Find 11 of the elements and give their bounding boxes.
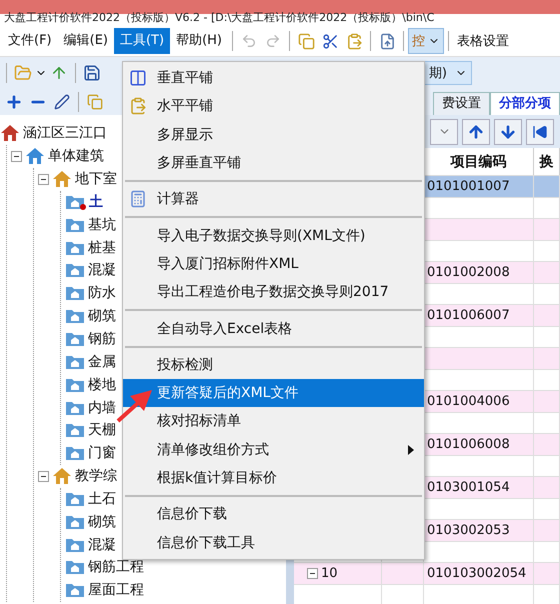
table-cell: 0101004006 — [427, 394, 510, 409]
table-cell: 0103002053 — [427, 522, 510, 538]
table-cell: 0101006008 — [427, 436, 510, 452]
table-cell: 0101001007 — [427, 178, 510, 194]
table-cell: 0103001054 — [427, 480, 510, 495]
table-cell: 0101006007 — [427, 308, 510, 323]
column-header: 换 — [534, 148, 560, 175]
table-cell: 010103002054 — [427, 566, 526, 581]
table-cell: 0101002008 — [427, 264, 510, 280]
row-number: 10 — [321, 566, 338, 581]
window-title: 大盘工程计价软件2022（投标版）V6.2 - [D:\大盘工程计价软件2022（投标版）\bin\C — [3, 10, 434, 26]
